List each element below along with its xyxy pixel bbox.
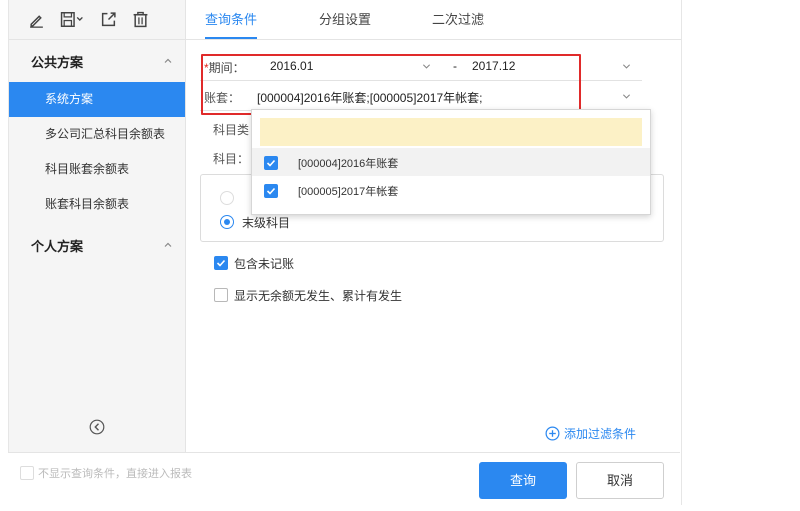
chevron-down-icon[interactable] — [622, 92, 631, 101]
skip-conditions-label: 不显示查询条件，直接进入报表 — [38, 468, 192, 480]
tab-bar: 查询条件 分组设置 二次过滤 — [186, 0, 681, 40]
radio-first-level[interactable] — [220, 191, 234, 205]
dropdown-search-input[interactable] — [260, 118, 642, 146]
book-row: 账套： [000004]2016年账套;[000005]2017年帐套; — [200, 84, 642, 111]
public-scheme-header[interactable]: 公共方案 — [9, 40, 185, 82]
period-label: *期间： — [204, 59, 245, 76]
public-scheme-title: 公共方案 — [31, 54, 84, 70]
include-unposted-label: 包含未记账 — [234, 257, 295, 271]
show-no-balance-checkbox[interactable] — [214, 288, 228, 302]
radio-leaf-subject[interactable] — [220, 215, 234, 229]
dropdown-item-checkbox[interactable] — [264, 184, 278, 198]
collapse-caret-icon[interactable] — [163, 56, 173, 66]
skip-conditions-checkbox[interactable] — [20, 466, 34, 480]
scheme-item-system[interactable]: 系统方案 — [9, 82, 185, 117]
private-scheme-header[interactable]: 个人方案 — [9, 224, 185, 266]
save-icon[interactable] — [59, 11, 85, 29]
period-to-value[interactable]: 2017.12 — [472, 59, 515, 73]
scheme-item-book-subject[interactable]: 账套科目余额表 — [9, 187, 185, 222]
scheme-toolbar — [9, 0, 185, 40]
collapse-caret-icon[interactable] — [163, 240, 173, 250]
plus-circle-icon — [545, 426, 560, 441]
book-input[interactable]: [000004]2016年账套;[000005]2017年帐套; — [257, 89, 482, 106]
period-from-value[interactable]: 2016.01 — [270, 59, 313, 73]
private-scheme-title: 个人方案 — [31, 238, 84, 254]
dropdown-item-checkbox[interactable] — [264, 156, 278, 170]
tab-secondary-filter[interactable]: 二次过滤 — [432, 0, 484, 39]
scheme-item-subject-book[interactable]: 科目账套余额表 — [9, 152, 185, 187]
book-label: 账套： — [204, 91, 241, 105]
cancel-button[interactable]: 取消 — [576, 462, 664, 499]
chevron-down-icon[interactable] — [422, 62, 431, 71]
dropdown-item-label: [000004]2016年账套 — [298, 158, 399, 170]
show-no-balance-label: 显示无余额无发生、累计有发生 — [234, 289, 403, 303]
add-filter-link[interactable]: 添加过滤条件 — [545, 425, 636, 442]
delete-icon[interactable] — [131, 11, 149, 29]
period-label-text: 期间： — [208, 61, 245, 75]
period-separator: - — [453, 59, 457, 73]
edit-icon[interactable] — [27, 11, 45, 29]
subject-label: 科目： — [213, 152, 250, 166]
add-filter-label: 添加过滤条件 — [564, 427, 637, 441]
chevron-down-icon[interactable] — [622, 62, 631, 71]
scheme-item-multi-company[interactable]: 多公司汇总科目余额表 — [9, 117, 185, 152]
subject-type-label: 科目类 — [213, 123, 250, 137]
include-unposted-checkbox[interactable] — [214, 256, 228, 270]
book-dropdown: [000004]2016年账套 [000005]2017年帐套 — [251, 109, 651, 215]
dropdown-item[interactable]: [000005]2017年帐套 — [252, 176, 650, 204]
export-icon[interactable] — [99, 11, 117, 29]
scheme-panel: 公共方案 系统方案 多公司汇总科目余额表 科目账套余额表 账套科目余额表 个人方… — [9, 0, 186, 452]
tab-query-conditions[interactable]: 查询条件 — [205, 0, 258, 39]
period-row: *期间： 2016.01 - 2017.12 — [200, 54, 642, 81]
tab-group-settings[interactable]: 分组设置 — [319, 0, 371, 39]
query-button[interactable]: 查询 — [479, 462, 567, 499]
dropdown-item[interactable]: [000004]2016年账套 — [252, 148, 650, 176]
radio-leaf-label: 末级科目 — [242, 216, 291, 230]
dropdown-item-label: [000005]2017年帐套 — [298, 186, 399, 198]
collapse-panel-icon[interactable] — [89, 419, 105, 435]
